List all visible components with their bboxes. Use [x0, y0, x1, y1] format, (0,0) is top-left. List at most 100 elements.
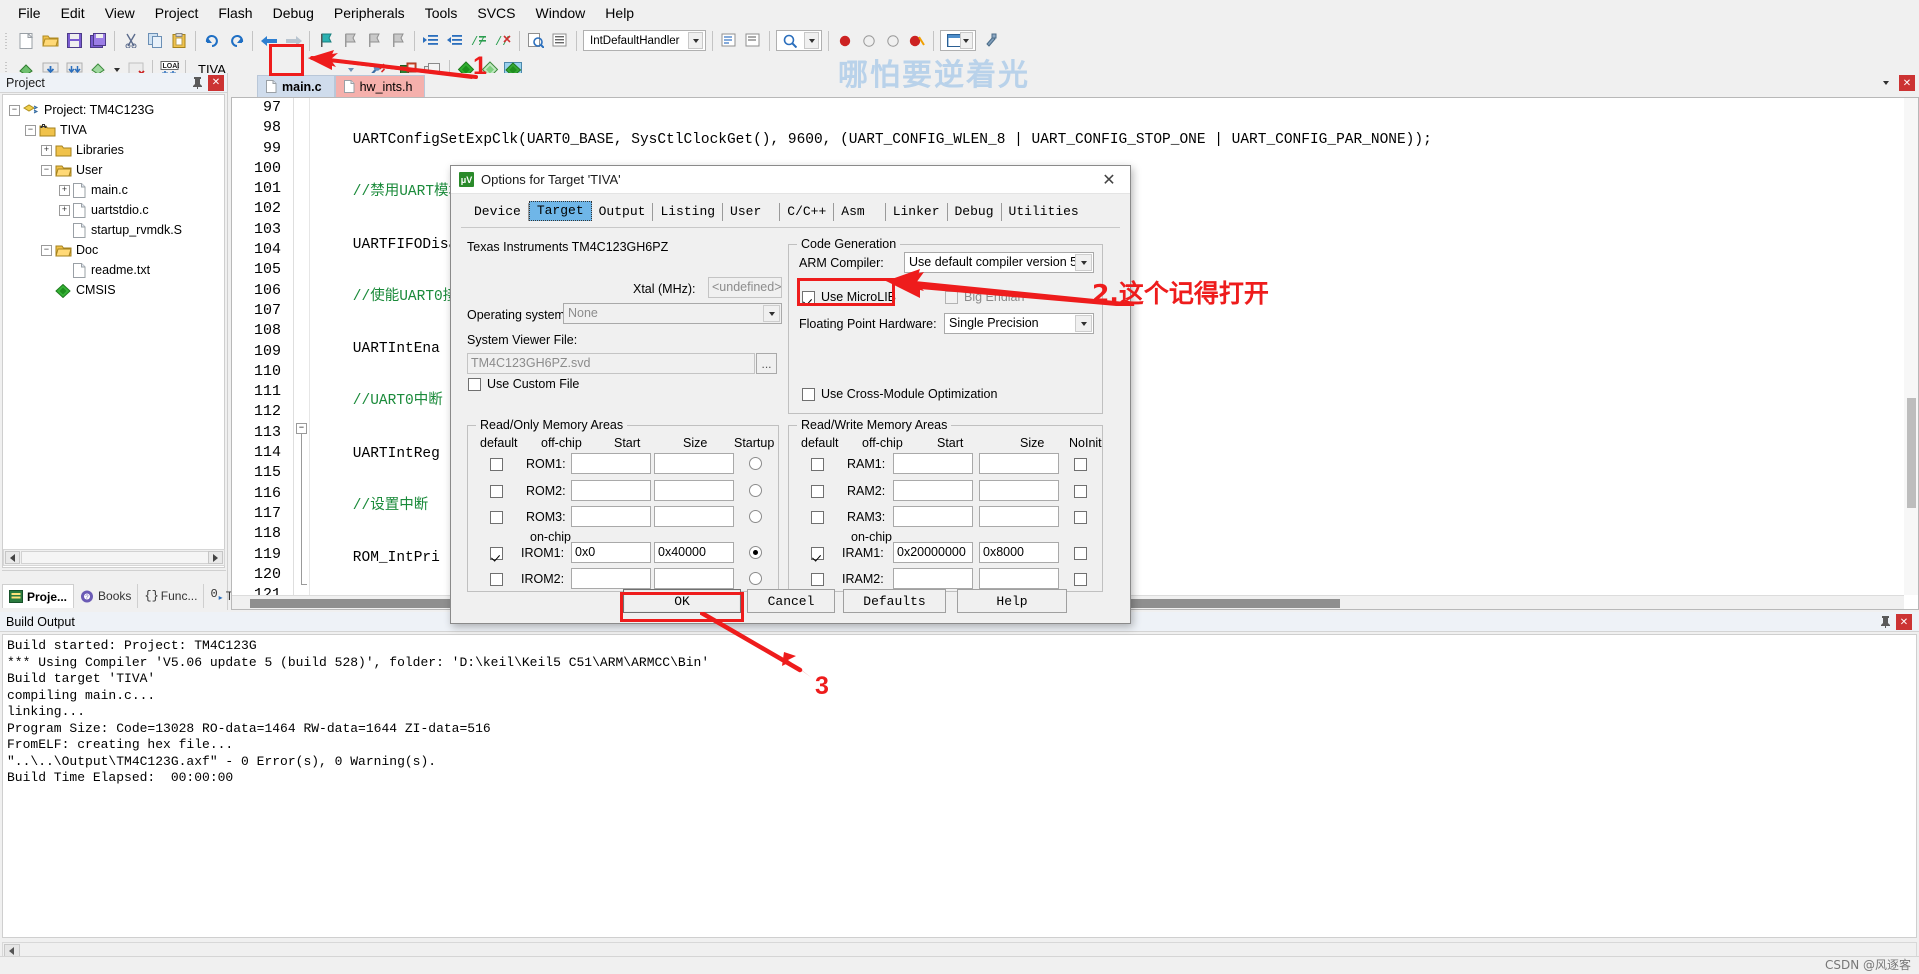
big-endian-checkbox[interactable]	[945, 291, 958, 304]
irom2-startup-radio[interactable]	[749, 572, 762, 585]
breakpoint-clear-icon[interactable]	[882, 30, 904, 52]
expander-expand-icon[interactable]: +	[59, 204, 70, 216]
project-tree[interactable]: − Project: TM4C123G − TIVA + Libraries −…	[2, 94, 225, 568]
close-icon[interactable]: ✕	[208, 74, 224, 91]
breakpoint-disable-icon[interactable]	[858, 30, 880, 52]
redo-icon[interactable]	[225, 30, 247, 52]
tab-project[interactable]: Proje...	[2, 584, 75, 608]
irom1-default-checkbox[interactable]	[490, 547, 503, 560]
bookmark-clear-icon[interactable]	[387, 30, 409, 52]
arm-compiler-select[interactable]: Use default compiler version 5	[904, 252, 1094, 273]
forward-icon[interactable]	[282, 30, 304, 52]
tab-output[interactable]: Output	[592, 203, 654, 221]
rom2-size-field[interactable]	[654, 480, 734, 501]
tab-books[interactable]: ? Books	[74, 584, 139, 608]
tree-item-startup-rvmdk-s[interactable]: startup_rvmdk.S	[3, 220, 224, 240]
chevron-down-icon[interactable]	[959, 32, 973, 49]
iram1-noinit-checkbox[interactable]	[1074, 547, 1087, 560]
rom1-default-checkbox[interactable]	[490, 458, 503, 471]
tab-device[interactable]: Device	[467, 203, 529, 221]
scroll-thumb[interactable]	[1907, 398, 1916, 508]
indent-icon[interactable]	[420, 30, 442, 52]
undo-icon[interactable]	[201, 30, 223, 52]
menu-item-help[interactable]: Help	[595, 2, 644, 24]
comment-icon[interactable]: //	[468, 30, 490, 52]
handler-combo[interactable]: IntDefaultHandler	[583, 30, 706, 51]
toolbar-grip[interactable]	[3, 30, 11, 51]
ok-button[interactable]: OK	[623, 589, 741, 613]
rom2-start-field[interactable]	[571, 480, 651, 501]
ram3-size-field[interactable]	[979, 506, 1059, 527]
iram1-start-field[interactable]: 0x20000000	[893, 542, 973, 563]
bookmark-list-icon[interactable]	[549, 30, 571, 52]
new-file-icon[interactable]	[15, 30, 37, 52]
irom1-startup-radio[interactable]	[749, 546, 762, 559]
open-folder-icon[interactable]	[39, 30, 61, 52]
ram3-start-field[interactable]	[893, 506, 973, 527]
browse-button[interactable]: ...	[756, 353, 777, 374]
operating-system-select[interactable]: None	[563, 303, 782, 324]
editor-tab-main-c[interactable]: main.c	[257, 75, 335, 97]
uncomment-icon[interactable]: //	[492, 30, 514, 52]
iram2-start-field[interactable]	[893, 568, 973, 589]
pin-icon[interactable]	[189, 75, 205, 91]
expander-collapse-icon[interactable]: −	[25, 124, 36, 136]
rom3-startup-radio[interactable]	[749, 510, 762, 523]
menu-item-file[interactable]: File	[8, 2, 51, 24]
menu-item-view[interactable]: View	[95, 2, 145, 24]
project-tree-hscrollbar[interactable]	[3, 549, 225, 566]
rom3-start-field[interactable]	[571, 506, 651, 527]
ram1-start-field[interactable]	[893, 453, 973, 474]
chevron-down-icon[interactable]	[688, 32, 703, 49]
chevron-down-icon[interactable]	[763, 305, 780, 322]
bookmark-next-icon[interactable]	[363, 30, 385, 52]
expander-collapse-icon[interactable]: −	[41, 164, 52, 176]
tree-item-cmsis[interactable]: CMSIS	[3, 280, 224, 300]
outdent-icon[interactable]	[444, 30, 466, 52]
tab-utilities[interactable]: Utilities	[1002, 203, 1086, 221]
tab-listing[interactable]: Listing	[653, 203, 724, 221]
tree-item-libraries[interactable]: + Libraries	[3, 140, 224, 160]
scroll-left-icon[interactable]	[5, 551, 20, 564]
pin-icon[interactable]	[1877, 614, 1893, 630]
tab-target[interactable]: Target	[528, 201, 592, 221]
irom1-size-field[interactable]: 0x40000	[654, 542, 734, 563]
cancel-button[interactable]: Cancel	[747, 589, 835, 613]
close-icon[interactable]: ✕	[1896, 614, 1912, 630]
tree-item-readme-txt[interactable]: readme.txt	[3, 260, 224, 280]
chevron-down-icon[interactable]	[1879, 76, 1893, 90]
ram2-start-field[interactable]	[893, 480, 973, 501]
menu-item-flash[interactable]: Flash	[208, 2, 262, 24]
tree-item-user[interactable]: − User	[3, 160, 224, 180]
chevron-down-icon[interactable]	[1075, 315, 1092, 332]
irom1-start-field[interactable]: 0x0	[571, 542, 651, 563]
tree-item-project[interactable]: − Project: TM4C123G	[3, 100, 224, 120]
rom2-default-checkbox[interactable]	[490, 485, 503, 498]
irom2-default-checkbox[interactable]	[490, 573, 503, 586]
rom3-default-checkbox[interactable]	[490, 511, 503, 524]
editor-tab-hw-ints-h[interactable]: hw_ints.h	[334, 75, 426, 97]
breakpoint-kill-icon[interactable]	[906, 30, 928, 52]
rom2-startup-radio[interactable]	[749, 484, 762, 497]
zoom-search-combo[interactable]	[776, 30, 822, 51]
iram1-default-checkbox[interactable]	[811, 547, 824, 560]
ram3-noinit-checkbox[interactable]	[1074, 511, 1087, 524]
back-icon[interactable]	[258, 30, 280, 52]
ram2-size-field[interactable]	[979, 480, 1059, 501]
tree-item-target-tiva[interactable]: − TIVA	[3, 120, 224, 140]
rom1-startup-radio[interactable]	[749, 457, 762, 470]
ram3-default-checkbox[interactable]	[811, 511, 824, 524]
bookmark-prev-icon[interactable]	[339, 30, 361, 52]
ram2-default-checkbox[interactable]	[811, 485, 824, 498]
help-button[interactable]: Help	[957, 589, 1067, 613]
rom1-size-field[interactable]	[654, 453, 734, 474]
chevron-down-icon[interactable]	[804, 32, 819, 49]
tab-debug[interactable]: Debug	[948, 203, 1002, 221]
configure-icon[interactable]	[979, 30, 1001, 52]
build-output-log[interactable]: Build started: Project: TM4C123G *** Usin…	[2, 634, 1917, 938]
menu-item-svcs[interactable]: SVCS	[467, 2, 525, 24]
find-in-files-icon[interactable]	[525, 30, 547, 52]
window-layout-combo[interactable]	[940, 30, 976, 51]
scroll-thumb[interactable]	[21, 551, 210, 564]
menu-item-edit[interactable]: Edit	[51, 2, 95, 24]
